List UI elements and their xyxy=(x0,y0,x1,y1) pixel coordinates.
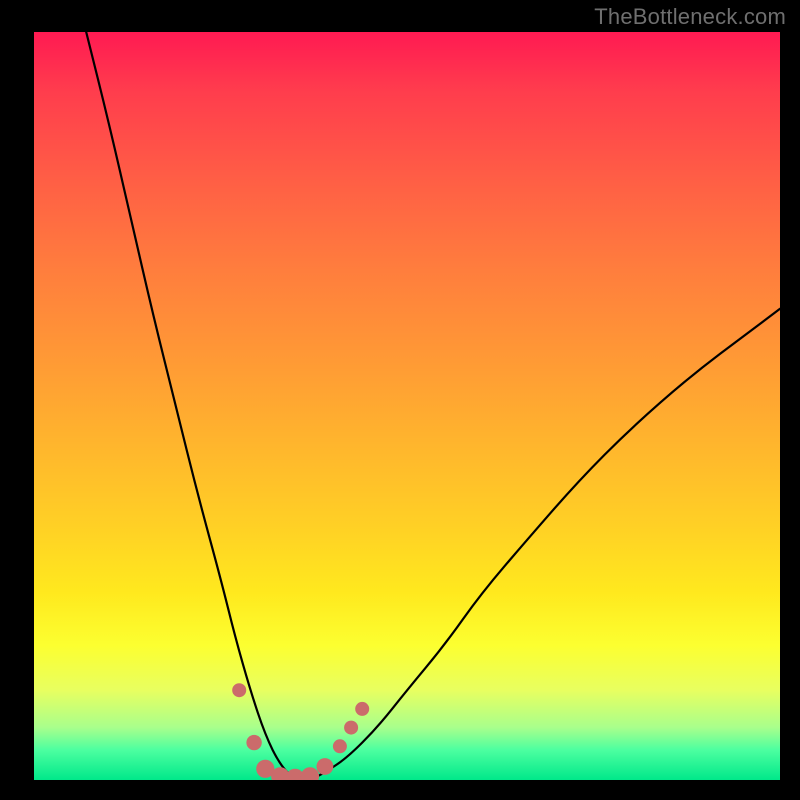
marker-dot xyxy=(344,721,358,735)
marker-dot xyxy=(246,735,261,750)
chart-svg xyxy=(34,32,780,780)
chart-frame: TheBottleneck.com xyxy=(0,0,800,800)
marker-dot xyxy=(232,683,246,697)
marker-dot xyxy=(317,758,334,775)
bottleneck-curve xyxy=(86,32,780,780)
marker-dot xyxy=(301,767,319,780)
watermark-text: TheBottleneck.com xyxy=(594,4,786,30)
plot-area xyxy=(34,32,780,780)
marker-dot xyxy=(355,702,369,716)
marker-dot xyxy=(333,739,347,753)
